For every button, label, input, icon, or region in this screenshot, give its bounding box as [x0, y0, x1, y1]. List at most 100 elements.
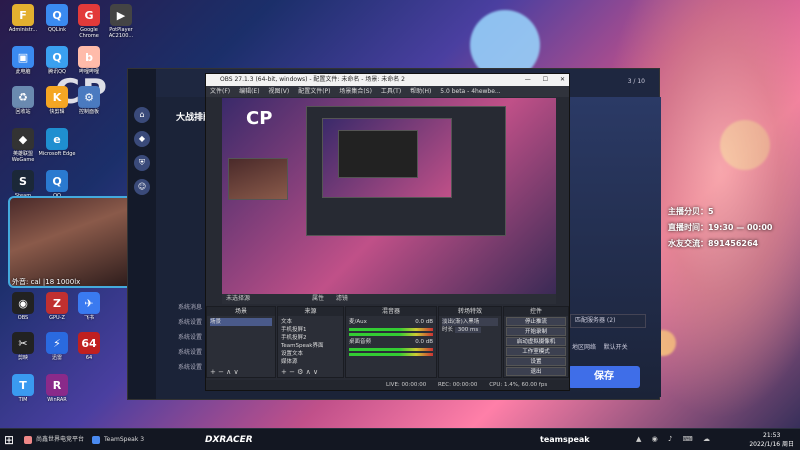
desktop-icon[interactable]: ♻ 回收站 [4, 86, 42, 116]
desktop-icon[interactable]: ◆ 英雄联盟WeGame [4, 128, 42, 163]
app-icon: ✂ [12, 332, 34, 354]
menu-file[interactable]: 文件(F) [210, 88, 230, 95]
menu-edit[interactable]: 编辑(E) [239, 88, 259, 95]
app-icon: R [46, 374, 68, 396]
time-label: 直播时间： [668, 223, 708, 232]
back-app-sidebar: ⌂ ◆ ⛨ ☺ [128, 69, 156, 399]
group-value: 891456264 [708, 239, 759, 248]
check-default[interactable]: 默认开关 [604, 344, 628, 351]
desktop-icon[interactable]: 64 64 [70, 332, 108, 362]
virtual-camera-button[interactable]: 启动虚拟摄像机 [506, 337, 566, 346]
menu-help[interactable]: 帮助(H) [410, 88, 431, 95]
menu-beta[interactable]: 5.0 beta - 4hewbe... [440, 88, 500, 95]
app-icon: e [46, 128, 68, 150]
scenes-toolbar[interactable]: + − ∧ ∨ [207, 368, 275, 377]
desktop-icon[interactable]: ▣ 此电脑 [4, 46, 42, 76]
app-icon: ▶ [110, 4, 132, 26]
filters-button[interactable]: 滤镜 [336, 295, 348, 302]
obs-window[interactable]: OBS 27.1.3 (64-bit, windows) - 配置文件: 未命名… [205, 73, 570, 391]
volume-meter [349, 353, 433, 356]
minimize-icon[interactable]: — [525, 76, 531, 83]
desktop-icon-label: 64 [85, 355, 93, 361]
nested-preview [338, 130, 418, 178]
host-label: 主播分贝： [668, 207, 708, 216]
desktop-icon[interactable]: R WinRAR [38, 374, 76, 404]
transitions-title: 转场特效 [439, 307, 501, 316]
menu-profile[interactable]: 配置文件(P) [298, 88, 330, 95]
menu-scene-collection[interactable]: 场景集合(S) [339, 88, 372, 95]
game-icon[interactable]: ◆ [134, 131, 150, 147]
duration-input[interactable]: 300 ms [454, 327, 482, 333]
clock-date: 2022/1/16 周日 [749, 441, 794, 448]
server-dropdown[interactable]: 匹配服务器 (2) [570, 314, 646, 328]
settings-button[interactable]: 设置 [506, 357, 566, 366]
preview-cp-logo: CP [246, 108, 273, 129]
app-icon: ◆ [12, 128, 34, 150]
app-icon: Q [46, 170, 68, 192]
taskbar: ⊞ 尚鑫世界电竞平台 TeamSpeak 3 DXRACER teamspeak… [0, 428, 800, 450]
scenes-title: 场景 [207, 307, 275, 316]
source-item[interactable]: 设置文本 [281, 350, 340, 358]
desktop-icon-label: 英雄联盟WeGame [11, 151, 35, 163]
properties-button[interactable]: 属性 [312, 295, 324, 302]
source-item[interactable]: 媒体源 [281, 358, 340, 366]
taskbar-item[interactable]: 尚鑫世界电竞平台 [22, 432, 84, 448]
clock[interactable]: 21:53 2022/1/16 周日 [749, 431, 794, 449]
desktop-icon[interactable]: ✂ 剪映 [4, 332, 42, 362]
app-icon: S [12, 170, 34, 192]
source-item[interactable]: TeamSpeak界面 [281, 342, 340, 350]
maximize-icon[interactable]: ☐ [543, 76, 548, 83]
volume-meter [349, 348, 433, 351]
system-tray[interactable]: ▲ ◉ ♪ ⌨ ☁ [636, 435, 714, 443]
obs-preview[interactable]: CP [222, 98, 556, 294]
app-icon: ◉ [12, 292, 34, 314]
exit-button[interactable]: 退出 [506, 367, 566, 376]
app-icon: T [12, 374, 34, 396]
desktop-icon[interactable]: F Administr... [4, 4, 42, 34]
obs-statusbar: LIVE: 00:00:00 REC: 00:00:00 CPU: 1.4%, … [206, 380, 569, 390]
preview-cam [228, 158, 288, 200]
back-app-count: 3 / 10 [627, 78, 645, 85]
desktop-icon-label: WinRAR [47, 397, 67, 403]
app-icon: Q [46, 46, 68, 68]
duration-label: 时长 [442, 327, 454, 333]
stop-streaming-button[interactable]: 停止推流 [506, 317, 566, 326]
transitions-dock: 转场特效 淡出(渐)入黑场 时长 300 ms [438, 306, 502, 378]
source-item[interactable]: 手机投屏2 [281, 334, 340, 342]
no-source-label: 未选择源 [226, 295, 251, 302]
scene-item[interactable]: 场景 [210, 318, 272, 326]
teamspeak-logo: teamspeak [540, 435, 590, 444]
host-value: 5 [708, 207, 714, 216]
home-icon[interactable]: ⌂ [134, 107, 150, 123]
transition-select[interactable]: 淡出(渐)入黑场 [442, 318, 498, 326]
desktop-icon[interactable]: T TIM [4, 374, 42, 404]
teamspeak-icon [92, 436, 100, 444]
scenes-dock: 场景 场景 + − ∧ ∨ [206, 306, 276, 378]
desktop-icon[interactable]: e Microsoft Edge [38, 128, 76, 158]
sources-toolbar[interactable]: + − ⚙ ∧ ∨ [278, 368, 343, 377]
check-region[interactable]: 地区网络 [572, 344, 596, 351]
shield-icon[interactable]: ⛨ [134, 155, 150, 171]
mixer-channel-db: 0.0 dB [415, 319, 433, 325]
volume-meter [349, 328, 433, 331]
menu-view[interactable]: 视图(V) [268, 88, 289, 95]
taskbar-item[interactable]: TeamSpeak 3 [90, 432, 144, 448]
app-icon: b [78, 46, 100, 68]
source-item[interactable]: 文本 [281, 318, 340, 326]
user-icon[interactable]: ☺ [134, 179, 150, 195]
close-icon[interactable]: ✕ [560, 76, 565, 83]
save-button[interactable]: 保存 [568, 366, 640, 388]
start-icon[interactable]: ⊞ [4, 433, 18, 447]
menu-tools[interactable]: 工具(T) [381, 88, 401, 95]
mixer-title: 混音器 [346, 307, 436, 316]
desktop-icon[interactable]: ⚙ 控制面板 [70, 86, 108, 116]
desktop-icon[interactable]: ▶ PotPlayer AC2100... [102, 4, 140, 39]
desktop-icon[interactable]: b 哔哩哔哩 [70, 46, 108, 76]
app-icon: 64 [78, 332, 100, 354]
desktop-icon[interactable]: ◉ OBS [4, 292, 42, 322]
studio-mode-button[interactable]: 工作室模式 [506, 347, 566, 356]
start-recording-button[interactable]: 开始录制 [506, 327, 566, 336]
dxracer-logo: DXRACER [205, 435, 253, 445]
source-item[interactable]: 手机投屏1 [281, 326, 340, 334]
desktop-icon[interactable]: ✈ 飞书 [70, 292, 108, 322]
